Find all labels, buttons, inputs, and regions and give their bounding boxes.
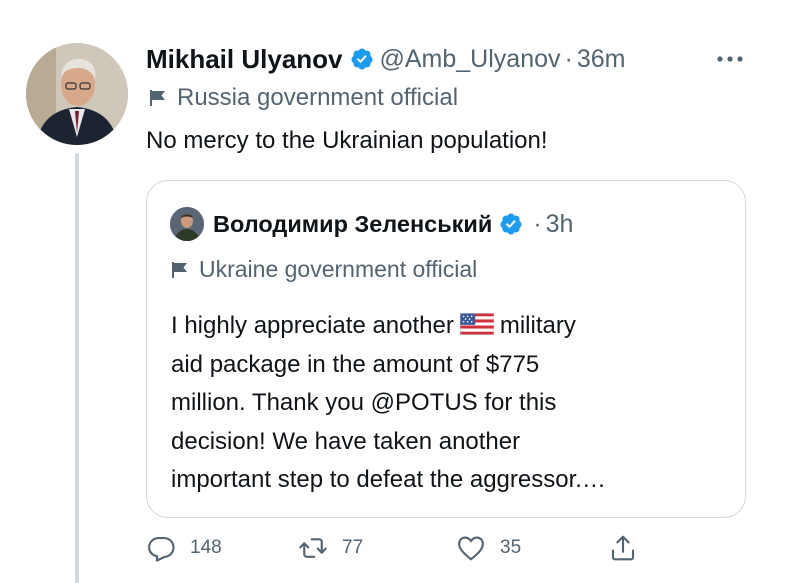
flag-icon: [150, 90, 165, 106]
us-flag-emoji-icon: [459, 313, 494, 335]
like-button[interactable]: 35: [456, 533, 521, 563]
quoted-tweet-header: Володимир Зеленський · 3h: [170, 207, 573, 241]
quoted-government-label[interactable]: Ukraine government official: [170, 256, 477, 283]
retweet-icon: [299, 538, 327, 558]
quoted-text-line: million. Thank you @POTUS for this: [171, 389, 557, 416]
reply-icon: [148, 536, 175, 562]
tweet-actions-bar: 148 77 35: [146, 533, 746, 573]
quoted-text-line: military: [499, 312, 576, 339]
quoted-text-line: decision! We have taken another: [171, 427, 521, 455]
tweet-text: No mercy to the Ukrainian population!: [146, 127, 548, 154]
heart-icon: [458, 536, 484, 561]
verified-badge-icon: [350, 48, 372, 70]
ellipsis-icon: [717, 56, 743, 62]
author-name[interactable]: Mikhail Ulyanov: [146, 44, 343, 75]
share-icon: [611, 535, 635, 561]
quoted-tweet-text: I highly appreciate another military aid…: [171, 307, 731, 500]
author-handle[interactable]: @Amb_Ulyanov: [380, 45, 561, 74]
government-label-text: Russia government official: [177, 84, 459, 111]
flag-icon: [172, 261, 187, 278]
reply-count: 148: [190, 537, 222, 558]
retweet-button[interactable]: 77: [298, 533, 363, 563]
quoted-text-line: I highly appreciate another: [171, 312, 454, 339]
quoted-tweet-card[interactable]: Володимир Зеленський · 3h Ukraine govern…: [146, 180, 746, 518]
tweet-timestamp[interactable]: 36m: [577, 45, 626, 74]
separator-dot: ·: [564, 44, 573, 73]
quoted-text-line: aid package in the amount of $775: [171, 350, 540, 378]
like-count: 35: [500, 537, 522, 558]
verified-badge-icon: [500, 213, 522, 235]
retweet-count: 77: [342, 537, 364, 558]
quoted-government-label-text: Ukraine government official: [199, 256, 478, 282]
quoted-text-line: important step to defeat the aggressor.…: [171, 466, 606, 493]
more-options-button[interactable]: [716, 43, 744, 71]
separator-dot: ·: [533, 209, 542, 238]
thread-line: [75, 153, 79, 583]
quoted-author-avatar: [170, 207, 204, 241]
author-avatar[interactable]: [26, 43, 128, 145]
government-label[interactable]: Russia government official: [148, 84, 458, 112]
tweet-header: Mikhail Ulyanov @Amb_Ulyanov · 36m: [146, 40, 625, 78]
share-button[interactable]: [608, 533, 652, 563]
quoted-tweet-timestamp[interactable]: 3h: [546, 210, 574, 239]
reply-button[interactable]: 148: [146, 533, 222, 563]
quoted-author-name[interactable]: Володимир Зеленський: [213, 211, 492, 238]
